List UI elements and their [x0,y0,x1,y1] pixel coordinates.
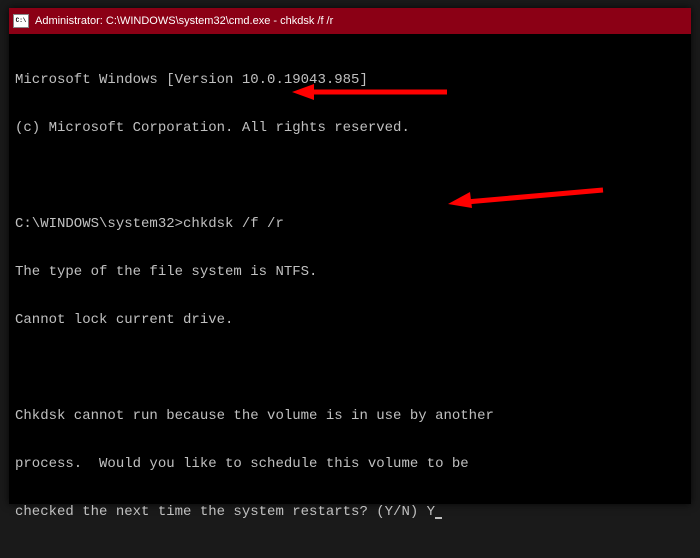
cmd-window: C:\ Administrator: C:\WINDOWS\system32\c… [9,8,691,504]
output-line: Microsoft Windows [Version 10.0.19043.98… [15,72,685,88]
output-line: The type of the file system is NTFS. [15,264,685,280]
user-response[interactable]: Y [427,504,435,520]
titlebar[interactable]: C:\ Administrator: C:\WINDOWS\system32\c… [9,8,691,34]
terminal-output[interactable]: Microsoft Windows [Version 10.0.19043.98… [9,34,691,558]
prompt-line: C:\WINDOWS\system32>chkdsk /f /r [15,216,685,232]
output-line: Chkdsk cannot run because the volume is … [15,408,685,424]
cmd-icon: C:\ [13,14,29,28]
output-line: (c) Microsoft Corporation. All rights re… [15,120,685,136]
output-line: checked the next time the system restart… [15,504,685,520]
output-line: process. Would you like to schedule this… [15,456,685,472]
prompt: C:\WINDOWS\system32> [15,216,183,232]
output-line: Cannot lock current drive. [15,312,685,328]
prompt-question: checked the next time the system restart… [15,504,427,520]
output-blank [15,168,685,184]
cursor [435,517,442,519]
window-title: Administrator: C:\WINDOWS\system32\cmd.e… [35,15,333,27]
command-input[interactable]: chkdsk /f /r [183,216,284,232]
output-blank [15,360,685,376]
